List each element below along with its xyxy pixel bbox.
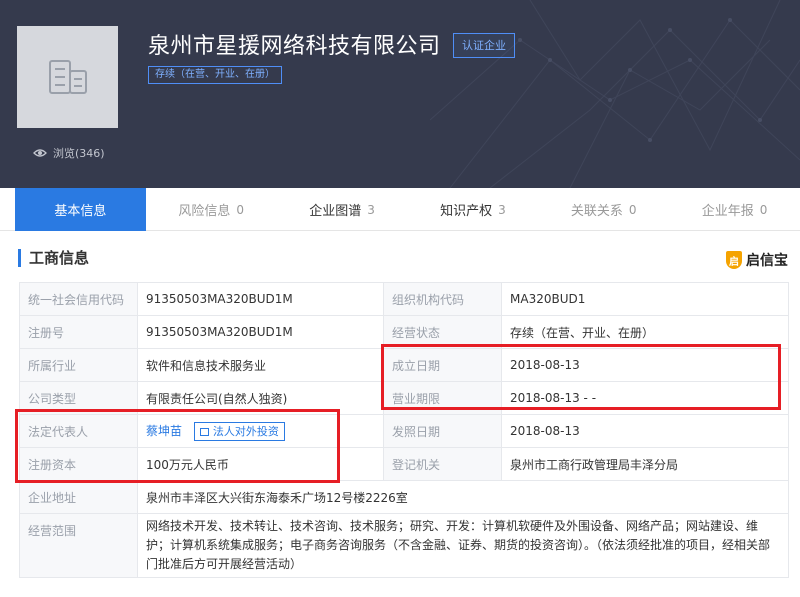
annotation-box-dates — [381, 344, 781, 410]
annotation-box-rep-capital — [15, 409, 340, 483]
building-icon — [48, 60, 87, 94]
certify-company-button[interactable]: 认证企业 — [453, 33, 515, 58]
tab-intellectual-property[interactable]: 知识产权 3 — [407, 188, 538, 231]
header-background-pattern — [430, 0, 800, 188]
authority-value: 泉州市工商行政管理局丰泽分局 — [501, 447, 789, 481]
tab-bar: 基本信息 风险信息 0 企业图谱 3 知识产权 3 关联关系 0 企业年报 0 — [0, 188, 800, 231]
company-name: 泉州市星援网络科技有限公司 — [148, 34, 441, 59]
tab-count: 0 — [759, 202, 768, 217]
reg-no-value: 91350503MA320BUD1M — [137, 315, 384, 349]
issue-date-label: 发照日期 — [383, 414, 502, 448]
view-count-label: 浏览(346) — [53, 147, 105, 160]
status-badge: 存续（在营、开业、在册） — [148, 66, 282, 84]
tab-basic-info[interactable]: 基本信息 — [15, 188, 146, 231]
brand-logo: 启 启信宝 — [726, 250, 788, 270]
table-row: 企业地址 泉州市丰泽区大兴街东海泰禾广场12号楼2226室 — [19, 480, 789, 514]
tab-count: 0 — [628, 202, 637, 217]
tab-label: 知识产权 — [440, 204, 493, 219]
industry-label: 所属行业 — [19, 348, 138, 382]
view-count: 浏览(346) — [33, 145, 105, 161]
tab-label: 企业年报 — [701, 204, 754, 219]
credit-code-value: 91350503MA320BUD1M — [137, 282, 384, 316]
tab-label: 基本信息 — [54, 204, 107, 219]
tab-relations[interactable]: 关联关系 0 — [538, 188, 669, 231]
tab-count: 0 — [236, 202, 245, 217]
company-logo-placeholder — [17, 26, 118, 128]
issue-date-value: 2018-08-13 — [501, 414, 789, 448]
address-label: 企业地址 — [19, 480, 138, 514]
brand-shield-icon: 启 — [726, 251, 742, 269]
tab-annual-report[interactable]: 企业年报 0 — [669, 188, 800, 231]
table-row: 统一社会信用代码 91350503MA320BUD1M 组织机构代码 MA320… — [19, 282, 789, 316]
org-code-label: 组织机构代码 — [383, 282, 502, 316]
table-row: 经营范围 网络技术开发、技术转让、技术咨询、技术服务；研究、开发：计算机软硬件及… — [19, 513, 789, 578]
section-title: 工商信息 — [18, 249, 89, 267]
brand-name: 启信宝 — [746, 253, 788, 269]
scope-label: 经营范围 — [19, 513, 138, 578]
authority-label: 登记机关 — [383, 447, 502, 481]
scope-value: 网络技术开发、技术转让、技术咨询、技术服务；研究、开发：计算机软硬件及外围设备、… — [137, 513, 789, 578]
tab-risk-info[interactable]: 风险信息 0 — [146, 188, 277, 231]
industry-value: 软件和信息技术服务业 — [137, 348, 384, 382]
address-value: 泉州市丰泽区大兴街东海泰禾广场12号楼2226室 — [137, 480, 789, 514]
tab-count: 3 — [498, 202, 506, 217]
reg-no-label: 注册号 — [19, 315, 138, 349]
company-header: 浏览(346) 泉州市星援网络科技有限公司 认证企业 存续（在营、开业、在册） — [0, 0, 800, 188]
eye-icon — [33, 149, 47, 157]
tab-label: 关联关系 — [570, 204, 623, 219]
tab-company-graph[interactable]: 企业图谱 3 — [277, 188, 408, 231]
tab-count: 3 — [367, 202, 375, 217]
tab-label: 风险信息 — [178, 204, 231, 219]
credit-code-label: 统一社会信用代码 — [19, 282, 138, 316]
org-code-value: MA320BUD1 — [501, 282, 789, 316]
tab-label: 企业图谱 — [309, 204, 362, 219]
